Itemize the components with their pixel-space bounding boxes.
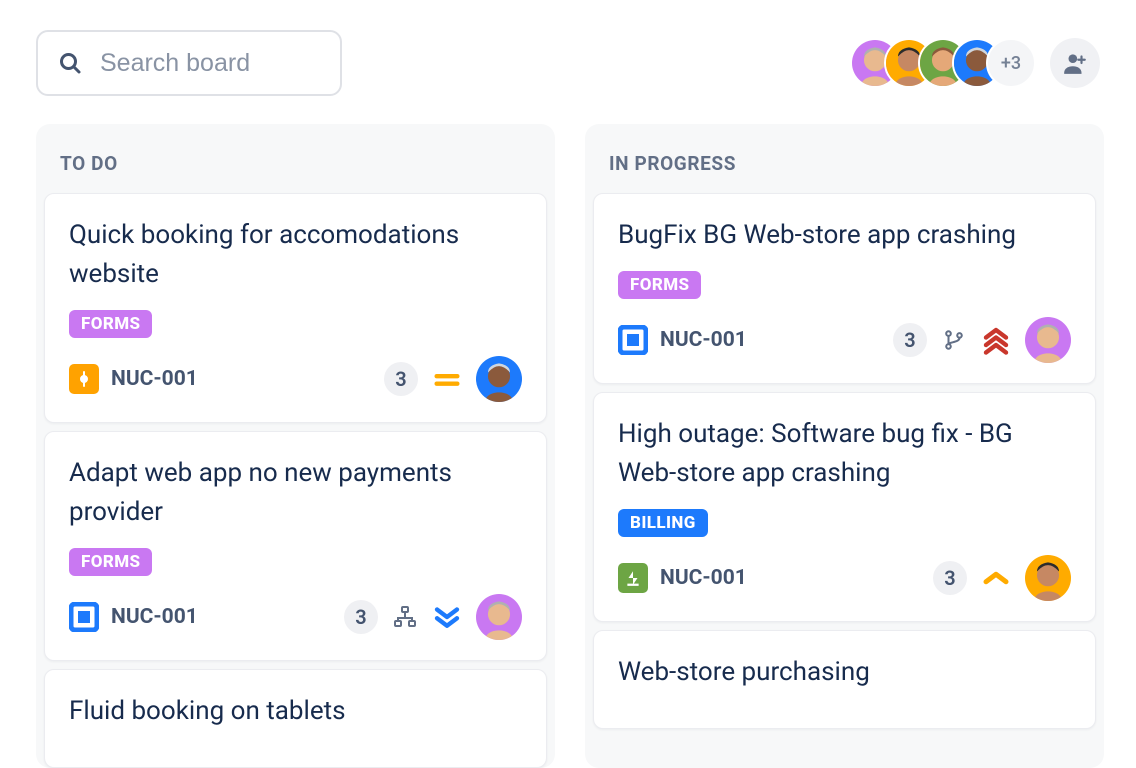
card-title: BugFix BG Web-store app crashing (618, 216, 1071, 255)
top-bar: +3 (36, 30, 1100, 96)
card-title: Adapt web app no new payments provider (69, 454, 522, 532)
story-points-badge: 3 (384, 362, 418, 396)
avatar-overflow[interactable]: +3 (986, 38, 1036, 88)
issue-type-task-icon (69, 602, 99, 632)
card-meta-right: 3 (384, 356, 522, 402)
card-footer: NUC-001 3 (69, 356, 522, 402)
card-meta-right: 3 (893, 317, 1071, 363)
issue-card[interactable]: High outage: Software bug fix - BG Web-s… (593, 392, 1096, 622)
search-wrap (36, 30, 342, 96)
issue-type-story-icon (69, 364, 99, 394)
issue-card[interactable]: Quick booking for accomodations website F… (44, 193, 547, 423)
assignee-avatar[interactable] (476, 356, 522, 402)
issue-card[interactable]: BugFix BG Web-store app crashing FORMS NU… (593, 193, 1096, 384)
card-meta-left: NUC-001 (69, 602, 198, 632)
card-meta-left: NUC-001 (618, 563, 747, 593)
board-column: TO DO Quick booking for accomodations web… (36, 124, 555, 768)
card-label: BILLING (618, 509, 708, 537)
card-title: High outage: Software bug fix - BG Web-s… (618, 415, 1071, 493)
assignee-avatar[interactable] (476, 594, 522, 640)
priority-medium-icon (432, 364, 462, 394)
card-footer: NUC-001 3 (618, 317, 1071, 363)
assignee-avatar[interactable] (1025, 555, 1071, 601)
search-icon (58, 51, 82, 75)
card-meta-left: NUC-001 (618, 325, 747, 355)
card-title: Web-store purchasing (618, 653, 1071, 692)
subtask-icon (392, 604, 418, 630)
priority-low-icon (432, 602, 462, 632)
cards-list: BugFix BG Web-store app crashing FORMS NU… (585, 193, 1104, 729)
card-label: FORMS (69, 310, 152, 338)
issue-card[interactable]: Adapt web app no new payments provider FO… (44, 431, 547, 661)
card-title: Quick booking for accomodations website (69, 216, 522, 294)
priority-highest-icon (981, 325, 1011, 355)
column-header: TO DO (36, 124, 555, 193)
card-meta-right: 3 (344, 594, 522, 640)
add-person-button[interactable] (1050, 38, 1100, 88)
story-points-badge: 3 (933, 561, 967, 595)
issue-key[interactable]: NUC-001 (111, 605, 198, 629)
card-footer: NUC-001 3 (618, 555, 1071, 601)
card-meta-right: 3 (933, 555, 1071, 601)
column-header: IN PROGRESS (585, 124, 1104, 193)
card-label: FORMS (69, 548, 152, 576)
issue-card[interactable]: Fluid booking on tablets (44, 669, 547, 768)
story-points-badge: 3 (344, 600, 378, 634)
card-label: FORMS (618, 271, 701, 299)
board-columns: TO DO Quick booking for accomodations web… (36, 124, 1100, 768)
issue-key[interactable]: NUC-001 (660, 566, 747, 590)
card-title: Fluid booking on tablets (69, 692, 522, 731)
column-title: IN PROGRESS (609, 152, 1080, 175)
header-right: +3 (850, 38, 1100, 88)
story-points-badge: 3 (893, 323, 927, 357)
card-footer: NUC-001 3 (69, 594, 522, 640)
column-title: TO DO (60, 152, 531, 175)
cards-list: Quick booking for accomodations website F… (36, 193, 555, 768)
assignee-avatar[interactable] (1025, 317, 1071, 363)
board-column: IN PROGRESS BugFix BG Web-store app crash… (585, 124, 1104, 768)
issue-key[interactable]: NUC-001 (660, 328, 747, 352)
issue-card[interactable]: Web-store purchasing (593, 630, 1096, 729)
priority-high-icon (981, 563, 1011, 593)
issue-type-task-icon (618, 325, 648, 355)
avatar-stack[interactable]: +3 (850, 38, 1036, 88)
issue-type-epic-icon (618, 563, 648, 593)
branch-icon (941, 327, 967, 353)
issue-key[interactable]: NUC-001 (111, 367, 198, 391)
card-meta-left: NUC-001 (69, 364, 198, 394)
